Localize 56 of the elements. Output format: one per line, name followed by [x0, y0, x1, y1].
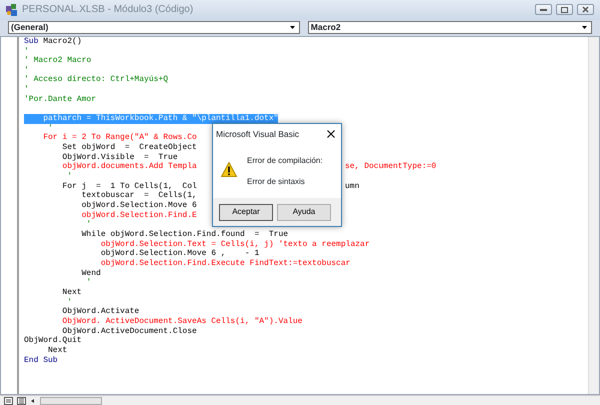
code-line: Set objWord = CreateObject — [61, 143, 197, 152]
code-line: objWord.Selection.Text = Cells(i, j) 'texto a reemplazar — [100, 240, 370, 249]
error-message: Error de sintaxis — [247, 176, 306, 188]
code-line: 'Por.Dante Amor — [24, 94, 96, 104]
code-line: ObjWord.Visible = True — [61, 152, 178, 162]
minimize-button[interactable] — [535, 4, 552, 16]
code-line: objWord.Selection.Move 6 — [80, 201, 197, 210]
code-line: ' — [66, 298, 72, 307]
code-line-fragment: se, DocumentType:=0 — [345, 162, 436, 172]
code-line: Next — [61, 288, 82, 297]
code-line: ObjWord.Quit — [24, 336, 82, 346]
window-title: PERSONAL.XLSB - Módulo3 (Código) — [22, 3, 194, 18]
code-line: objWord.documents.Add Templa — [61, 162, 197, 172]
code-line: ' — [85, 220, 92, 230]
code-line: textobuscar = Cells(1, — [80, 191, 197, 200]
close-icon — [327, 130, 335, 138]
code-line: ' — [24, 46, 29, 56]
code-line: For j = 1 To Cells(1, Col — [61, 182, 197, 191]
code-line: ' — [47, 124, 53, 133]
app-icon — [6, 4, 18, 16]
error-message: Error de compilación: — [247, 154, 323, 167]
object-dropdown[interactable]: (General) — [8, 20, 300, 34]
minimize-icon — [540, 8, 547, 12]
warning-icon — [221, 162, 237, 177]
code-line: End Sub — [24, 356, 58, 364]
code-line: objWord.Selection.Move 6 , - 1 — [100, 249, 260, 258]
code-line: ObjWord.ActiveDocument.Close — [61, 326, 197, 336]
code-line: objWord.Selection.Find.E — [80, 210, 197, 220]
code-line-fragment: umn — [345, 182, 360, 192]
module-view-icon[interactable] — [17, 396, 26, 405]
dialog-title: Microsoft Visual Basic — [215, 128, 299, 141]
dialog-button[interactable]: Aceptar — [219, 204, 273, 220]
procedure-view-icon[interactable] — [4, 396, 13, 405]
dialog-button[interactable]: Ayuda — [277, 204, 331, 220]
code-line: Next — [47, 346, 68, 355]
code-line: ' — [66, 172, 72, 182]
code-line: Wend — [80, 268, 101, 278]
procedure-dropdown[interactable]: Macro2 — [308, 20, 592, 34]
code-line: ObjWord.Activate — [61, 307, 140, 316]
code-line: While objWord.Selection.Find.found = True — [80, 230, 288, 239]
code-line: ' Macro2 Macro — [24, 56, 92, 66]
code-line: objWord.Selection.Find.Execute FindText:=textobuscar — [100, 258, 350, 268]
code-line: ' — [24, 66, 29, 75]
restore-icon — [561, 6, 568, 13]
close-button[interactable] — [577, 4, 594, 16]
code-line: Sub Macro2() — [24, 36, 82, 46]
code-line: For i = 2 To Range("A" & Rows.Co — [42, 133, 197, 142]
horizontal-scrollbar-thumb[interactable] — [40, 396, 102, 405]
code-line: ' Acceso directo: Ctrl+Mayús+Q — [24, 75, 168, 84]
restore-button[interactable] — [556, 4, 573, 16]
code-line: ' — [24, 85, 29, 94]
scroll-left-icon[interactable] — [30, 398, 36, 404]
close-icon — [582, 6, 589, 14]
vertical-scrollbar[interactable] — [588, 36, 599, 394]
code-line: ObjWord. ActiveDocument.SaveAs Cells(i, "A").Value — [61, 316, 302, 326]
code-line: ' — [85, 278, 92, 288]
